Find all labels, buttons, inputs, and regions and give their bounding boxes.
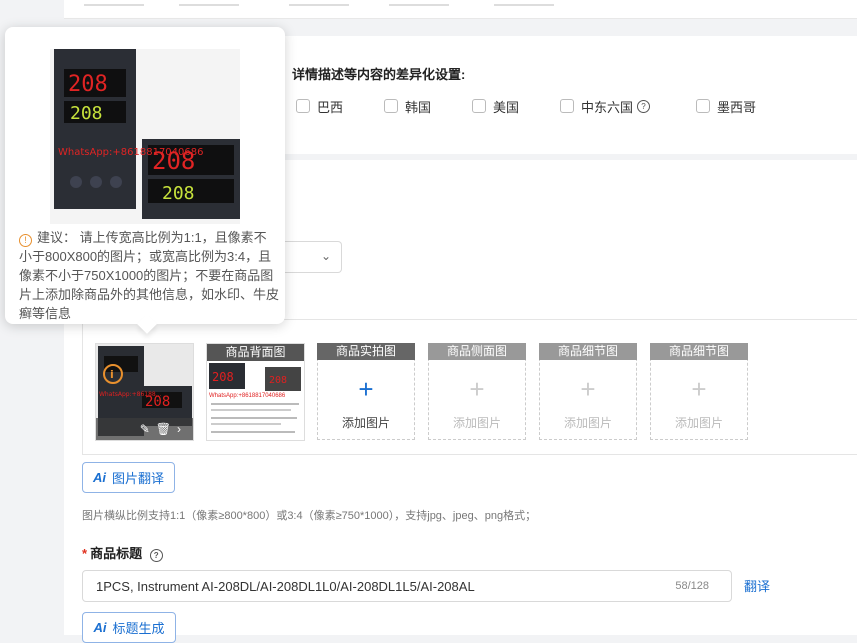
product-title-label: * 商品标题 ? bbox=[82, 543, 163, 562]
add-image-label: 添加图片 bbox=[341, 416, 390, 430]
product-title-value: 1PCS, Instrument AI-208DL/AI-208DL1L0/AI… bbox=[96, 579, 475, 594]
svg-text:208: 208 bbox=[269, 375, 287, 386]
country-label: 美国 bbox=[493, 99, 520, 115]
title-translate-link[interactable]: 翻译 bbox=[744, 576, 770, 595]
image-slot-detail-2[interactable]: 商品细节图 + 添加图片 bbox=[650, 343, 748, 440]
suggestion-text: 建议： 请上传宽高比例为1:1，且像素不小于800X800的图片；或宽高比例为3… bbox=[19, 230, 280, 321]
thumbnail-action-bar: ✎ 🗑 › bbox=[96, 418, 193, 440]
svg-text:i: i bbox=[110, 368, 114, 381]
image-slot-caption: 商品实拍图 bbox=[317, 343, 415, 360]
image-slot-caption: 商品细节图 bbox=[539, 343, 637, 360]
tab[interactable] bbox=[179, 0, 239, 6]
edit-icon[interactable]: ✎ bbox=[140, 422, 150, 436]
category-select[interactable]: ⌄ bbox=[282, 241, 342, 273]
ai-icon: Ai bbox=[92, 470, 106, 485]
plus-icon: + bbox=[580, 374, 596, 404]
checkbox[interactable] bbox=[696, 99, 710, 113]
checkbox[interactable] bbox=[384, 99, 398, 113]
product-photo: 208 208 WhatsApp:+8618817040686 bbox=[209, 363, 301, 433]
chevron-down-icon: ⌄ bbox=[320, 249, 331, 263]
svg-text:208: 208 bbox=[212, 370, 234, 384]
suggestion-text-block: ! 建议： 请上传宽高比例为1:1，且像素不小于800X800的图片；或宽高比例为… bbox=[19, 228, 279, 323]
help-icon[interactable]: ? bbox=[149, 549, 163, 562]
svg-text:208: 208 bbox=[162, 183, 195, 204]
country-checkbox-brazil[interactable]: 巴西 bbox=[296, 96, 343, 116]
image-slot-caption: 商品侧面图 bbox=[428, 343, 526, 360]
country-checkbox-mexico[interactable]: 墨西哥 bbox=[696, 96, 756, 116]
plus-icon: + bbox=[358, 374, 374, 404]
country-label: 中东六国 bbox=[581, 99, 634, 115]
plus-icon: + bbox=[469, 374, 485, 404]
image-watermark: WhatsApp:+8618817040686 bbox=[58, 147, 203, 158]
country-checkbox-middle-east[interactable]: 中东六国 ? bbox=[560, 96, 651, 116]
add-image-label: 添加图片 bbox=[452, 416, 501, 430]
differentiation-title: 详情描述等内容的差异化设置: bbox=[292, 67, 466, 82]
ai-icon: Ai bbox=[93, 620, 107, 635]
svg-text:WhatsApp:+86188...: WhatsApp:+86188... bbox=[99, 391, 162, 398]
country-checkbox-usa[interactable]: 美国 bbox=[472, 96, 519, 116]
required-mark: * bbox=[82, 546, 88, 561]
character-counter: 58/128 bbox=[675, 580, 709, 592]
help-icon[interactable]: ? bbox=[637, 99, 651, 113]
tab[interactable] bbox=[84, 0, 144, 6]
title-generate-button[interactable]: Ai 标题生成 bbox=[82, 612, 176, 643]
image-translate-button[interactable]: Ai 图片翻译 bbox=[82, 462, 175, 493]
checkbox[interactable] bbox=[296, 99, 310, 113]
tab[interactable] bbox=[289, 0, 349, 6]
country-checkbox-korea[interactable]: 韩国 bbox=[384, 96, 431, 116]
image-slot-real-shot[interactable]: 商品实拍图 + 添加图片 bbox=[317, 343, 415, 440]
top-tabs-bar bbox=[64, 0, 857, 19]
product-title-text: 商品标题 bbox=[90, 546, 143, 561]
plus-icon: + bbox=[691, 374, 707, 404]
chevron-right-icon[interactable]: › bbox=[177, 422, 181, 436]
add-image-label: 添加图片 bbox=[563, 416, 612, 430]
country-label: 巴西 bbox=[317, 99, 344, 115]
sample-product-image: 208 208 208 208 WhatsApp:+8618817040686 bbox=[50, 49, 240, 224]
add-image-label: 添加图片 bbox=[674, 416, 723, 430]
country-label: 墨西哥 bbox=[717, 99, 757, 115]
image-translate-label: 图片翻译 bbox=[111, 471, 164, 486]
image-requirements-hint: 图片横纵比例支持1:1（像素≥800*800）或3:4（像素≥750*1000）… bbox=[82, 510, 537, 522]
image-suggestion-tooltip: 208 208 208 208 WhatsApp:+8618817040686 … bbox=[5, 27, 285, 324]
main-image-thumbnail[interactable]: 208 WhatsApp:+86188... i ✎ 🗑 › bbox=[95, 343, 194, 441]
image-slot-detail-1[interactable]: 商品细节图 + 添加图片 bbox=[539, 343, 637, 440]
image-watermark: WhatsApp:+8618817040686 bbox=[209, 393, 286, 399]
image-slot-side[interactable]: 商品侧面图 + 添加图片 bbox=[428, 343, 526, 440]
image-slot-caption: 商品背面图 bbox=[207, 344, 304, 361]
country-label: 韩国 bbox=[405, 99, 432, 115]
svg-text:208: 208 bbox=[70, 103, 103, 124]
info-icon: ! bbox=[19, 234, 32, 247]
tab[interactable] bbox=[389, 0, 449, 6]
checkbox[interactable] bbox=[472, 99, 486, 113]
image-slot-caption: 商品细节图 bbox=[650, 343, 748, 360]
image-slot-back[interactable]: 商品背面图 208 208 WhatsApp:+8618817040686 bbox=[206, 343, 305, 441]
product-title-input[interactable]: 1PCS, Instrument AI-208DL/AI-208DL1L0/AI… bbox=[82, 570, 732, 602]
display-digits: 208 bbox=[68, 72, 108, 97]
delete-icon[interactable]: 🗑 bbox=[156, 422, 171, 436]
checkbox[interactable] bbox=[560, 99, 574, 113]
title-generate-label: 标题生成 bbox=[112, 621, 165, 636]
tab[interactable] bbox=[494, 0, 554, 6]
